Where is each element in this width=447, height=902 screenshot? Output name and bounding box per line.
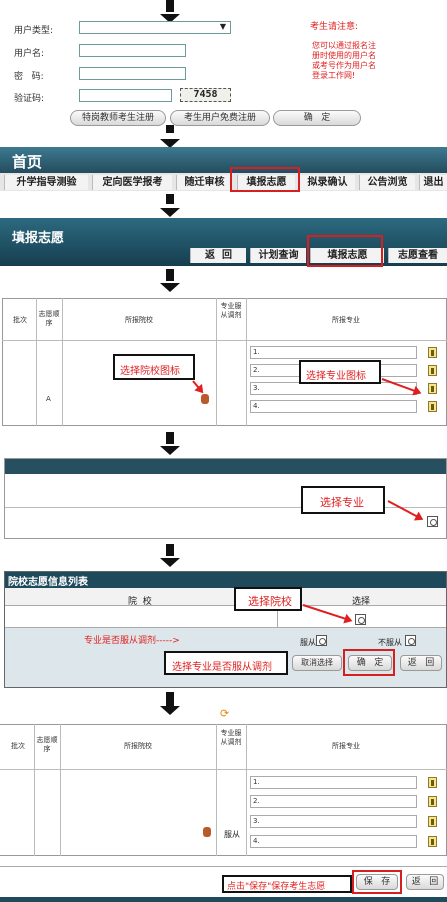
flow-arrow-1 <box>160 0 180 23</box>
highlight-confirm-button <box>343 649 395 676</box>
user-type-label: 用户类型: <box>14 26 54 36</box>
header-order: 志愿顺序 <box>38 310 60 327</box>
final-back-button[interactable]: 返 回 <box>406 874 444 890</box>
final-major-row-1: 1. <box>250 776 417 789</box>
school-radio[interactable] <box>355 614 366 625</box>
notice-body: 您可以通过报名注册时使用的用户名或考号作为用户名登录工作网! <box>312 41 376 80</box>
school-list-title: 院校志愿信息列表 <box>8 577 88 588</box>
obey-radio[interactable] <box>316 635 327 646</box>
password-input[interactable] <box>79 67 186 80</box>
home-title: 首页 <box>12 153 43 171</box>
notice-title: 考生请注意: <box>310 22 359 32</box>
fill-title: 填报志愿 <box>12 231 65 246</box>
not-obey-radio[interactable] <box>405 635 416 646</box>
edit-major-icon[interactable] <box>428 836 437 847</box>
flow-arrow-6 <box>160 544 180 567</box>
tab-migration-review[interactable]: 随迁审核 <box>176 175 232 190</box>
edit-major-icon[interactable] <box>428 383 437 394</box>
tab-logout[interactable]: 退出 <box>419 175 447 190</box>
tab-plan-query[interactable]: 计划查询 <box>250 248 306 263</box>
school-list-select-header: 选择 <box>352 597 371 607</box>
username-input[interactable] <box>79 44 186 57</box>
select-major-note: 选择专业图标 <box>299 360 381 384</box>
tab-announcements[interactable]: 公告浏览 <box>359 175 415 190</box>
edit-major-icon[interactable] <box>428 796 437 807</box>
order-letter: A <box>46 395 51 403</box>
edit-major-icon[interactable] <box>428 401 437 412</box>
final-header-order: 志愿顺序 <box>36 736 58 753</box>
highlight-fill-tab-2 <box>307 235 383 267</box>
final-header-batch: 批次 <box>11 742 25 750</box>
major-radio[interactable] <box>427 516 438 527</box>
school-icon[interactable] <box>203 827 211 837</box>
final-header-obey: 专业服从调剂 <box>220 729 242 746</box>
login-confirm-button[interactable]: 确 定 <box>273 110 361 126</box>
username-label: 用户名: <box>14 49 45 59</box>
captcha-value: 7458 <box>193 89 218 100</box>
refresh-icon: ⟳ <box>220 707 230 720</box>
header-obey: 专业服从调剂 <box>220 302 242 319</box>
free-register-button[interactable]: 考生用户免费注册 <box>170 110 270 126</box>
password-label: 密 码: <box>14 72 44 82</box>
captcha-image[interactable]: 7458 <box>180 88 231 102</box>
save-note: 点击"保存"保存考生志愿 <box>222 875 352 893</box>
major-row-1: 1. <box>250 346 417 359</box>
school-back-button[interactable]: 返 回 <box>400 655 442 671</box>
final-major-row-2: 2. <box>250 795 417 808</box>
tab-back[interactable]: 返 回 <box>190 248 246 263</box>
edit-major-icon[interactable] <box>428 347 437 358</box>
flow-arrow-7 <box>160 692 180 715</box>
captcha-input[interactable] <box>79 89 172 102</box>
final-header-major: 所报专业 <box>332 742 360 750</box>
chevron-down-icon: ▼ <box>219 22 226 31</box>
tab-medical-apply[interactable]: 定向医学报考 <box>92 175 172 190</box>
edit-major-icon[interactable] <box>428 365 437 376</box>
major-row-4: 4. <box>250 400 417 413</box>
highlight-save-button <box>352 870 402 894</box>
edit-major-icon[interactable] <box>428 816 437 827</box>
final-major-row-4: 4. <box>250 835 417 848</box>
tab-guidance-test[interactable]: 升学指导测验 <box>4 175 88 190</box>
tab-admission-confirm[interactable]: 拟录确认 <box>299 175 355 190</box>
select-school-icon[interactable] <box>201 394 209 404</box>
obey-question: 专业是否服从调剂-----> <box>84 636 180 646</box>
cancel-selection-button[interactable]: 取消选择 <box>292 655 342 671</box>
flow-arrow-4 <box>160 269 180 292</box>
final-major-row-3: 3. <box>250 815 417 828</box>
captcha-label: 验证码: <box>14 94 45 104</box>
flow-arrow-5 <box>160 432 180 455</box>
highlight-fill-tab <box>230 167 300 192</box>
header-major: 所报专业 <box>332 316 360 324</box>
select-major-panel-note: 选择专业 <box>301 486 385 514</box>
obey-label: 服从 <box>300 638 316 647</box>
header-school: 所报院校 <box>125 316 153 324</box>
flow-arrow-3 <box>160 194 180 217</box>
edit-major-icon[interactable] <box>428 777 437 788</box>
obey-choice-note: 选择专业是否服从调剂 <box>164 651 288 675</box>
final-header-school: 所报院校 <box>124 742 152 750</box>
teacher-register-button[interactable]: 特岗教师考生注册 <box>70 110 166 126</box>
select-school-note: 选择院校图标 <box>113 354 195 380</box>
school-list-school-header: 院 校 <box>128 597 152 607</box>
header-batch: 批次 <box>13 316 27 324</box>
select-school-list-note: 选择院校 <box>234 587 302 611</box>
flow-arrow-2 <box>160 125 180 148</box>
final-obey-value: 服从 <box>224 830 240 839</box>
user-type-select[interactable]: ▼ <box>79 21 231 34</box>
not-obey-label: 不服从 <box>378 638 402 647</box>
tab-volunteer-view[interactable]: 志愿查看 <box>388 248 447 263</box>
